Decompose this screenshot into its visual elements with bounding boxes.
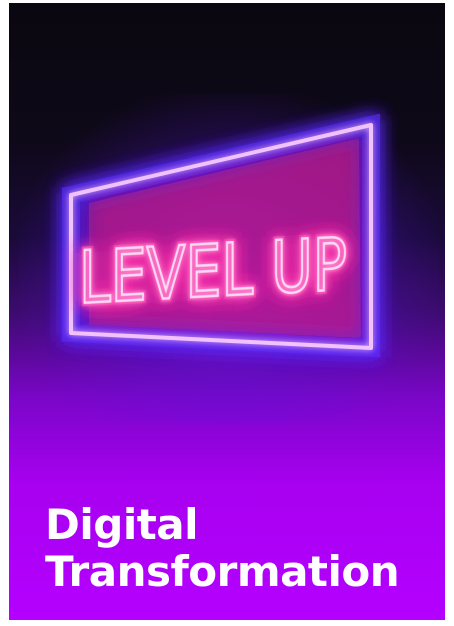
caption: Digital Transformation	[45, 500, 400, 597]
poster-card: LEVEL UP LEVEL UP Digital Transformation	[9, 3, 445, 620]
caption-line-1: Digital	[45, 500, 199, 549]
caption-line-2: Transformation	[45, 547, 400, 597]
neon-sign-text: LEVEL UP	[79, 222, 347, 320]
